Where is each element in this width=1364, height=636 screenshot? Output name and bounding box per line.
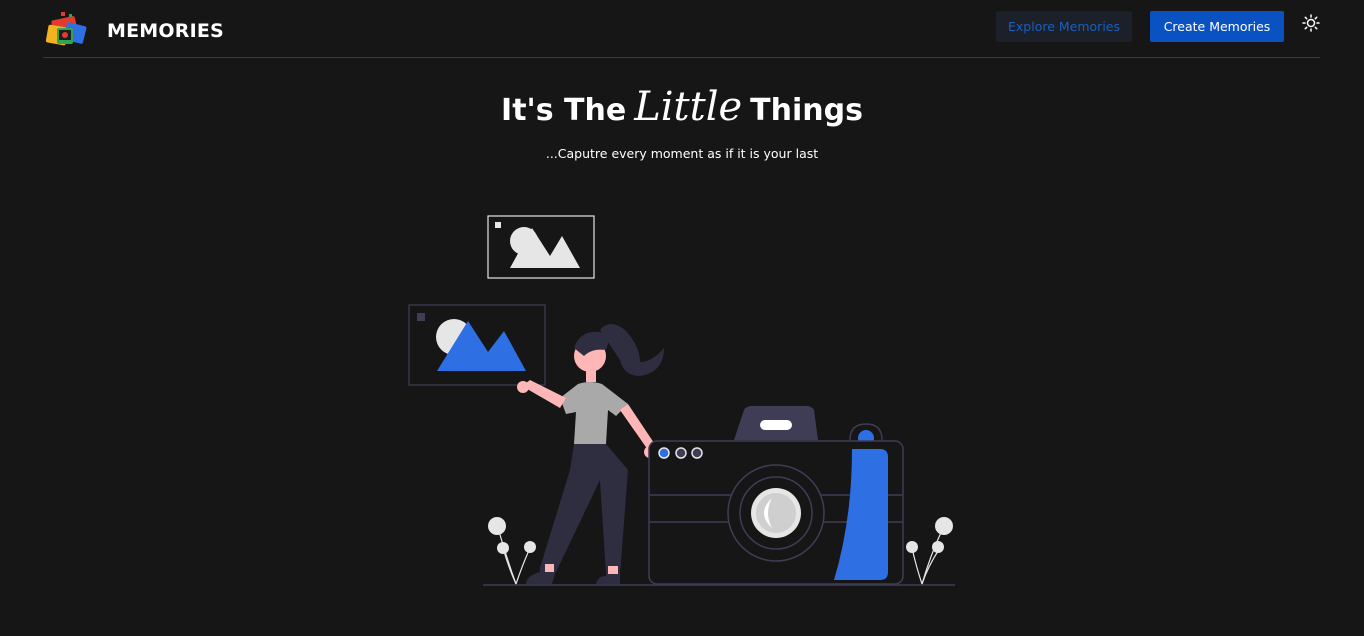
camera-illustration (408, 215, 955, 586)
image-frame-icon (487, 215, 595, 279)
explore-memories-button[interactable]: Explore Memories (996, 11, 1132, 42)
create-memories-button[interactable]: Create Memories (1150, 11, 1284, 42)
hero-title-part1: It's The (501, 93, 627, 128)
navbar: MEMORIES Explore Memories Create Memorie… (43, 0, 1320, 58)
logo-icon[interactable] (43, 10, 89, 50)
brand-name[interactable]: MEMORIES (107, 20, 224, 42)
hero-title-part2: Things (750, 93, 863, 128)
hero-title-script: Little (634, 84, 743, 130)
image-frame-icon (408, 304, 546, 386)
hero-subtitle: ...Caputre every moment as if it is your… (545, 146, 819, 161)
hero-title: It's The Little Things (0, 84, 1364, 130)
sun-icon[interactable] (1302, 14, 1320, 32)
